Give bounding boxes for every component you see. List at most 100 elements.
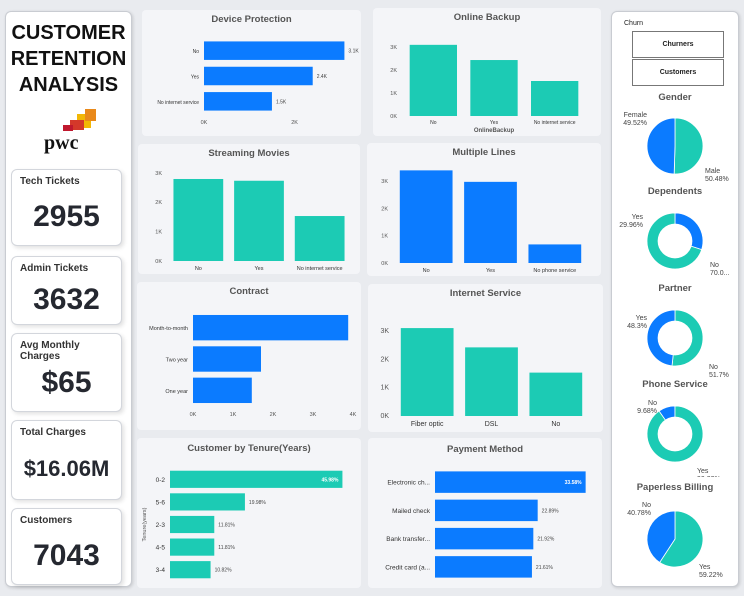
title-line-1: CUSTOMER [11, 22, 126, 44]
x-axis-title: OnlineBackup [474, 128, 515, 134]
x-tick-label: Yes [486, 268, 495, 274]
donut-hole [657, 416, 693, 452]
data-label: 11.81% [218, 545, 235, 551]
card-device-protection: Device Protection 0K 2K No 3.1K Yes 2.4K No in… [142, 10, 361, 136]
slice-label: Male [705, 168, 720, 175]
kpi-tech-tickets: Tech Tickets 2955 [11, 169, 122, 246]
bar [465, 347, 518, 416]
slicer-title: Churn [624, 20, 644, 27]
kpi-label: Customers [20, 515, 73, 526]
category-label: Bank transfer... [386, 536, 430, 543]
report-title: CUSTOMER RETENTION ANALYSIS [6, 20, 131, 98]
device-protection-chart: 0K 2K No 3.1K Yes 2.4K No internet service 1.5K [157, 41, 359, 126]
y-axis-title: Tenure(years) [142, 507, 148, 541]
bar [435, 499, 538, 522]
bar [170, 470, 343, 488]
kpi-admin-tickets: Admin Tickets 3632 [11, 256, 122, 325]
category-label: 4-5 [156, 545, 166, 552]
data-label: 2.4K [317, 74, 328, 80]
online-backup-chart: 0K 1K 2K 3K No Yes No internet service OnlineBa… [390, 44, 579, 134]
slice-value-label: 59.22% [699, 572, 723, 579]
payment-method-chart: Electronic ch... 33.58% Mailed check 22.89%… [385, 471, 586, 578]
y-tick-label: 0K [155, 259, 162, 265]
phone-service-title: Phone Service [642, 379, 708, 390]
category-label: 0-2 [156, 477, 166, 484]
x-tick-label: Fiber optic [411, 421, 444, 428]
x-tick-label: 3K [310, 412, 317, 418]
bar [435, 527, 534, 550]
x-tick-label: Yes [490, 120, 499, 126]
paperless-billing-chart: Yes59.22% No40.78% [627, 502, 723, 579]
slice-label: Yes [697, 468, 709, 475]
slice-value-label: 90.32% [697, 476, 721, 477]
bar [294, 216, 345, 261]
bar [529, 372, 583, 416]
title-line-2: RETENTION [10, 48, 127, 70]
x-tick-label: No [430, 120, 437, 126]
bar [464, 181, 517, 263]
kpi-value: 7043 [33, 539, 100, 572]
pwc-logo-text: pwc [44, 132, 79, 154]
card-online-backup: Online Backup 0K 1K 2K 3K No Yes No internet s… [373, 8, 601, 136]
slice-label: Female [624, 112, 647, 119]
contract-chart: 0K 1K 2K 3K 4K Month-to-month Two year One year [149, 314, 357, 418]
x-tick-label: No [195, 266, 202, 272]
data-label: 3.1K [348, 49, 359, 55]
y-tick-label: 3K [380, 328, 389, 335]
bar [234, 180, 284, 261]
multiple-lines-chart: 0K 1K 2K 3K No Yes No phone service [381, 170, 582, 274]
slice-label: Yes [699, 564, 711, 571]
title-line-3: ANALYSIS [18, 74, 119, 96]
bar [400, 328, 454, 416]
card-internet-service: Internet Service 0K 1K 2K 3K Fiber optic DSL N… [368, 284, 603, 432]
card-streaming-movies: Streaming Movies 0K 1K 2K 3K No Yes No interne… [138, 144, 360, 274]
x-tick-label: 0K [190, 412, 197, 418]
kpi-label: Admin Tickets [20, 263, 89, 274]
slicer-option-churners[interactable]: Churners [632, 31, 724, 58]
slicer-option-customers[interactable]: Customers [632, 59, 724, 86]
pie-slice [646, 117, 676, 175]
bar [204, 92, 272, 111]
x-tick-label: No [423, 268, 430, 274]
phone-service-chart: No9.68% Yes90.32% [637, 400, 721, 477]
slice-label: Yes [636, 315, 648, 322]
slice-value-label: 48.3% [627, 323, 647, 330]
slice-label: No [648, 400, 657, 407]
data-label: 1.5K [276, 99, 287, 105]
gender-chart: Male50.48% Female49.52% [623, 112, 729, 183]
bar [528, 244, 582, 263]
category-label: Mailed check [392, 508, 431, 515]
x-tick-label: 4K [350, 412, 357, 418]
x-tick-label: 2K [270, 412, 277, 418]
category-label: 2-3 [156, 522, 166, 529]
bar [435, 471, 586, 493]
bar [170, 561, 211, 579]
y-tick-label: 0K [381, 261, 388, 267]
x-tick-label: No [551, 421, 560, 428]
y-tick-label: 2K [390, 68, 397, 74]
bar [204, 66, 313, 86]
bar [193, 377, 252, 404]
slice-label: No [642, 502, 651, 509]
category-label: 3-4 [156, 567, 166, 574]
bar [531, 80, 579, 116]
paperless-billing-title: Paperless Billing [636, 482, 714, 493]
x-tick-label: Yes [255, 266, 264, 272]
kpi-value: $16.06M [23, 456, 110, 481]
data-label: 33.58% [565, 480, 583, 486]
y-tick-label: 2K [380, 356, 389, 363]
data-label: 45.98% [321, 477, 339, 483]
donut-hole [657, 320, 693, 356]
y-tick-label: 2K [381, 206, 388, 212]
tenure-chart: 0-2 45.98% 5-6 19.98% 2-3 11.81% 4-5 11.81% 3-4 1… [142, 470, 343, 579]
streaming-movies-chart: 0K 1K 2K 3K No Yes No internet service [155, 171, 345, 272]
slice-value-label: 51.7% [709, 372, 729, 379]
card-multiple-lines: Multiple Lines 0K 1K 2K 3K No Yes No phone ser… [367, 143, 601, 276]
right-panel: Churn Churners Customers Gender Male 50.4… [611, 11, 739, 587]
kpi-value: 3632 [33, 283, 100, 316]
bar [173, 178, 224, 261]
slice-value-label: 9.68% [637, 408, 657, 415]
x-tick-label: No internet service [297, 266, 343, 272]
slice-label: No [709, 364, 718, 371]
y-tick-label: 2K [155, 200, 162, 206]
